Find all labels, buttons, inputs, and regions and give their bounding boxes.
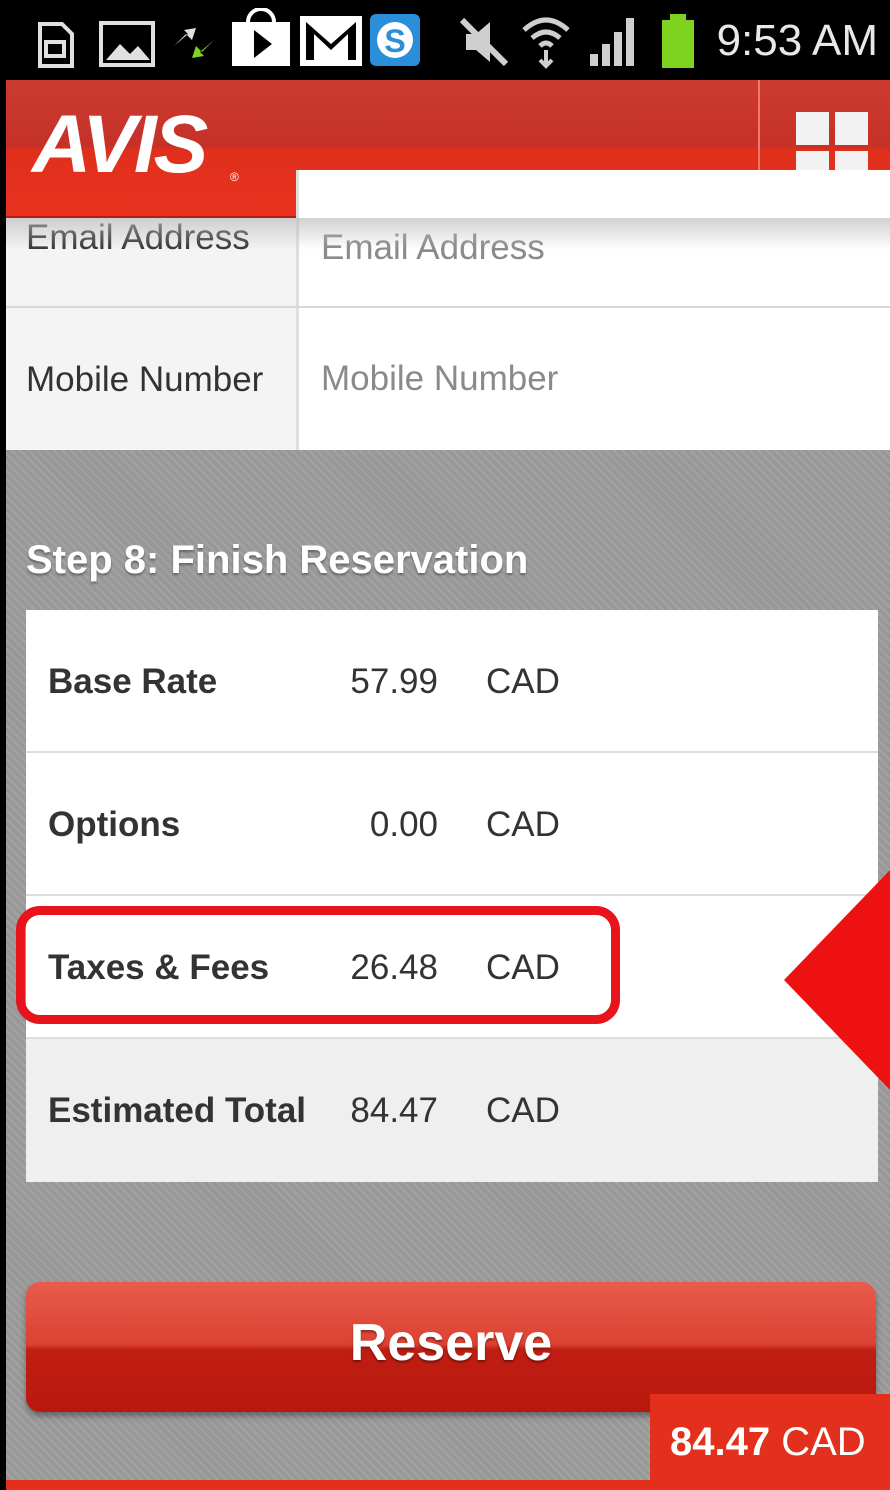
row-label: Estimated Total <box>48 1091 307 1130</box>
contact-form: Email Address Mobile Number <box>6 170 890 450</box>
table-row: Options 0.00 CAD <box>26 753 878 896</box>
bottom-strip <box>6 1480 890 1490</box>
row-amount: 57.99 <box>350 662 438 701</box>
skype-icon: S <box>370 14 420 66</box>
table-row: Base Rate 57.99 CAD <box>26 610 878 753</box>
email-field[interactable] <box>296 170 890 306</box>
total-badge: 84.47 CAD <box>650 1394 890 1490</box>
mute-icon <box>459 17 509 67</box>
status-time: 9:53 AM <box>716 16 878 65</box>
sd-card-icon <box>38 22 74 68</box>
mobile-label: Mobile Number <box>26 360 264 399</box>
gallery-icon <box>99 21 155 67</box>
reserve-button[interactable]: Reserve <box>26 1282 876 1412</box>
row-currency: CAD <box>486 1091 560 1130</box>
wifi-icon <box>522 17 570 69</box>
email-label: Email Address <box>26 218 250 257</box>
row-currency: CAD <box>486 662 560 701</box>
row-currency: CAD <box>486 805 560 844</box>
pointer-arrow-annotation <box>784 870 890 1090</box>
price-summary-table: Base Rate 57.99 CAD Options 0.00 CAD Tax… <box>26 610 878 1184</box>
row-label: Options <box>48 805 181 844</box>
finish-reservation-section: Step 8: Finish Reservation Base Rate 57.… <box>6 450 890 1490</box>
total-currency: CAD <box>781 1420 866 1464</box>
reserve-label: Reserve <box>349 1314 553 1372</box>
sync-icon <box>172 28 216 58</box>
row-label: Base Rate <box>48 662 218 701</box>
battery-icon <box>662 14 694 68</box>
total-amount: 84.47 <box>670 1420 771 1464</box>
svg-text:S: S <box>384 23 405 59</box>
step-title: Step 8: Finish Reservation <box>26 538 529 582</box>
play-store-icon <box>232 8 290 66</box>
row-amount: 0.00 <box>369 805 438 844</box>
email-row: Email Address <box>6 170 890 308</box>
mobile-field[interactable] <box>296 308 890 450</box>
table-row-total: Estimated Total 84.47 CAD <box>26 1039 878 1182</box>
gmail-icon <box>300 16 362 66</box>
signal-icon <box>590 18 634 66</box>
mobile-row: Mobile Number <box>6 308 890 450</box>
status-bar: S 9:53 AM <box>6 0 890 80</box>
taxes-highlight-annotation <box>16 906 620 1024</box>
row-amount: 84.47 <box>350 1091 438 1130</box>
